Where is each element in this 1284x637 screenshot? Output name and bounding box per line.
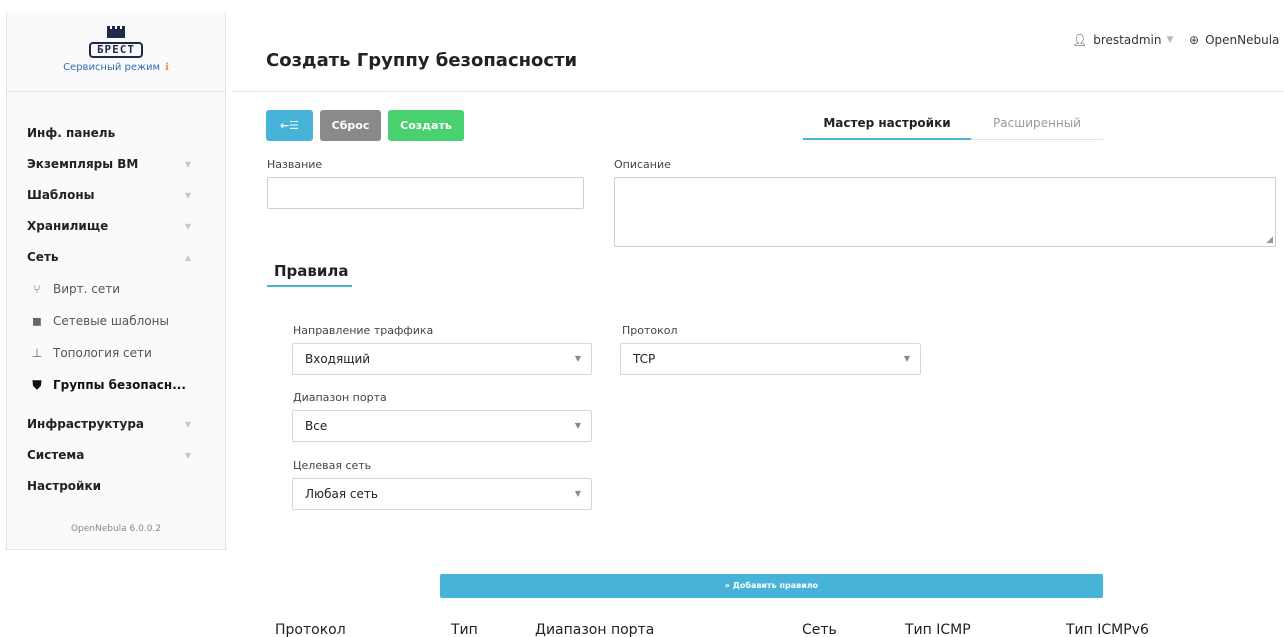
sidebar-subitem-label: Вирт. сети: [53, 282, 121, 296]
chevron-down-icon: ▼: [574, 421, 581, 430]
chevron-down-icon: ▼: [574, 354, 581, 363]
sidebar-subitem-label: Топология сети: [53, 346, 152, 360]
sidebar-item-dashboard[interactable]: Инф. панель: [7, 118, 225, 149]
chevron-down-icon: ▼: [184, 191, 191, 200]
protocol-label: Протокол: [622, 324, 678, 337]
table-header-protocol: Протокол: [275, 622, 346, 637]
chevron-down-icon: ▼: [184, 160, 191, 169]
chevron-down-icon: ▼: [903, 354, 910, 363]
sidebar-subitem-security-groups[interactable]: ⛊ Группы безопасн...: [7, 369, 225, 401]
sidebar-item-infrastructure[interactable]: Инфраструктура ▼: [7, 409, 225, 440]
tab-advanced[interactable]: Расширенный: [971, 110, 1103, 140]
sidebar-subitem-vnets[interactable]: ⑂ Вирт. сети: [7, 273, 225, 305]
sidebar-item-label: Хранилище: [27, 219, 109, 233]
globe-icon: ⊕: [1189, 33, 1200, 47]
table-header-port-range: Диапазон порта: [535, 622, 655, 637]
sidebar-item-network[interactable]: Сеть ▲: [7, 242, 225, 273]
sidebar-item-label: Экземпляры ВМ: [27, 157, 139, 171]
create-button[interactable]: Создать: [388, 110, 464, 141]
tab-wizard[interactable]: Мастер настройки: [803, 110, 971, 140]
header-divider: [232, 91, 1284, 92]
sidebar-item-vms[interactable]: Экземпляры ВМ ▼: [7, 149, 225, 180]
port-range-label: Диапазон порта: [293, 391, 387, 404]
protocol-value: TCP: [633, 352, 656, 366]
sidebar-item-templates[interactable]: Шаблоны ▼: [7, 180, 225, 211]
table-header-network: Сеть: [802, 622, 837, 637]
sitemap-icon: ⊥: [31, 346, 43, 360]
chevron-down-icon: ▼: [184, 222, 191, 231]
sidebar: БРЕСТ Сервисный режим ℹ Инф. панель Экзем…: [6, 12, 226, 550]
back-button[interactable]: ←☰: [266, 110, 313, 141]
user-name: brestadmin: [1093, 33, 1162, 47]
chevron-down-icon: ▼: [1166, 35, 1174, 45]
port-range-select[interactable]: Все ▼: [292, 410, 592, 442]
description-textarea[interactable]: ◢: [614, 177, 1276, 247]
table-header-type: Тип: [451, 622, 478, 637]
shield-icon: ⛊: [32, 378, 42, 392]
rules-section-title: Правила: [274, 262, 349, 280]
sidebar-item-label: Инфраструктура: [27, 417, 145, 431]
logo-text: БРЕСТ: [88, 42, 144, 58]
mode-tabs: Мастер настройки Расширенный: [803, 110, 1103, 140]
direction-label: Направление траффика: [293, 324, 434, 337]
tower-icon: [107, 26, 125, 38]
sidebar-item-label: Инф. панель: [27, 126, 116, 140]
target-network-value: Любая сеть: [305, 487, 378, 501]
description-label: Описание: [614, 158, 671, 171]
name-input[interactable]: [267, 177, 584, 209]
port-range-value: Все: [305, 419, 328, 433]
page-title: Создать Группу безопасности: [266, 50, 578, 71]
target-network-label: Целевая сеть: [293, 459, 372, 472]
protocol-select[interactable]: TCP ▼: [620, 343, 921, 375]
resize-handle-icon[interactable]: ◢: [1266, 235, 1273, 245]
user-menu[interactable]: 👤︎ brestadmin ▼: [1072, 33, 1173, 47]
network-fork-icon: ⑂: [33, 282, 41, 296]
chevron-down-icon: ▼: [184, 420, 191, 429]
sidebar-item-label: Настройки: [27, 479, 102, 493]
chevron-up-icon: ▲: [184, 253, 191, 262]
chevron-down-icon: ▼: [574, 489, 581, 498]
sidebar-item-label: Сеть: [27, 250, 59, 264]
chevron-down-icon: ▼: [184, 451, 191, 460]
sidebar-item-system[interactable]: Система ▼: [7, 440, 225, 471]
sidebar-item-label: Система: [27, 448, 85, 462]
service-mode: Сервисный режим ℹ: [7, 62, 225, 73]
sidebar-subitem-label: Группы безопасн...: [53, 378, 186, 392]
zone-name: OpenNebula: [1205, 33, 1280, 47]
sidebar-item-label: Шаблоны: [27, 188, 95, 202]
name-label: Название: [267, 158, 323, 171]
direction-select[interactable]: Входящий ▼: [292, 343, 592, 375]
sidebar-item-settings[interactable]: Настройки: [7, 471, 225, 502]
direction-value: Входящий: [305, 352, 371, 366]
target-network-select[interactable]: Любая сеть ▼: [292, 478, 592, 510]
table-header-icmp-type: Тип ICMP: [905, 622, 971, 637]
sidebar-item-storage[interactable]: Хранилище ▼: [7, 211, 225, 242]
service-mode-label: Сервисный режим: [63, 62, 161, 73]
zone-menu[interactable]: ⊕ OpenNebula: [1189, 33, 1279, 47]
add-rule-button[interactable]: » Добавить правило: [440, 574, 1103, 598]
sidebar-subitem-vnet-templates[interactable]: ◼ Сетевые шаблоны: [7, 305, 225, 337]
sidebar-subitem-topology[interactable]: ⊥ Топология сети: [7, 337, 225, 369]
stacked-squares-icon: ◼: [32, 314, 42, 328]
version-label: OpenNebula 6.0.0.2: [70, 524, 162, 534]
sidebar-subitem-label: Сетевые шаблоны: [53, 314, 169, 328]
sidebar-menu: Инф. панель Экземпляры ВМ ▼ Шаблоны ▼ Хран…: [7, 92, 225, 534]
info-icon[interactable]: ℹ: [165, 62, 169, 73]
user-icon: 👤︎: [1072, 33, 1088, 47]
logo[interactable]: БРЕСТ Сервисный режим ℹ: [7, 12, 225, 92]
reset-button[interactable]: Сброс: [320, 110, 381, 141]
rules-section-underline: [267, 285, 352, 287]
table-header-icmpv6-type: Тип ICMPv6: [1066, 622, 1149, 637]
